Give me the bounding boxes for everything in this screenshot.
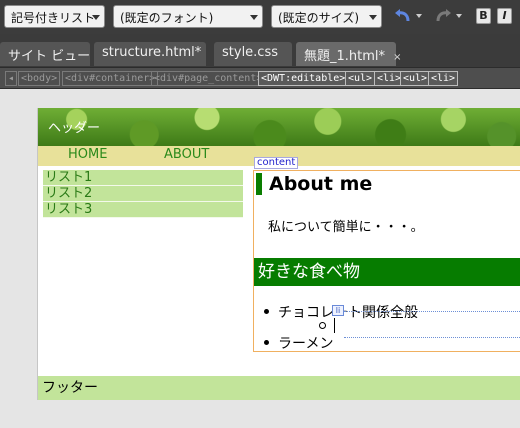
tab-label: structure.html* [102, 45, 202, 60]
sidebar-item-1[interactable]: リスト1 [43, 170, 243, 186]
page-footer[interactable]: フッター [38, 376, 520, 400]
tag-dwt-editable[interactable]: <DWT:editable> [258, 71, 349, 86]
tag-li[interactable]: <li> [428, 71, 459, 86]
list-item[interactable]: ラーメン [263, 333, 333, 351]
undo-icon[interactable] [393, 7, 413, 25]
editable-region-label[interactable]: content [254, 157, 299, 169]
close-tab-icon[interactable]: × [393, 52, 401, 63]
tab-style-css[interactable]: style.css [214, 42, 292, 66]
li-tag-marker[interactable]: li [332, 305, 344, 316]
redo-dropdown-icon[interactable] [456, 14, 462, 18]
selection-outline [344, 337, 520, 338]
design-view[interactable]: ヘッダー HOME ABOUT リスト1 リスト2 リスト3 content A… [0, 89, 520, 428]
tab-label: style.css [222, 45, 278, 60]
chevron-down-icon [369, 15, 377, 20]
tag-ul[interactable]: <ul> [345, 71, 376, 86]
document-tabs: サイト ビュー structure.html* style.css 無題_1.h… [0, 40, 520, 66]
undo-dropdown-icon[interactable] [416, 14, 422, 18]
scroll-left-icon[interactable]: ◂ [5, 71, 18, 86]
bold-button[interactable]: B [476, 8, 491, 24]
format-select-value: 記号付きリスト [11, 11, 96, 25]
font-select-value: (既定のフォント) [120, 11, 214, 25]
content-paragraph[interactable]: 私について簡単に・・・。 [268, 216, 424, 235]
nested-list-bullet-icon [319, 322, 326, 329]
sidebar-list: リスト1 リスト2 リスト3 [43, 170, 243, 218]
content-subheading[interactable]: 好きな食べ物 [254, 258, 520, 286]
sidebar-item-2[interactable]: リスト2 [43, 186, 243, 202]
tag-selector-bar: ◂ <body> <div#container> <div#page_conte… [0, 67, 520, 89]
nav-link-home[interactable]: HOME [68, 147, 107, 162]
selection-outline [344, 311, 520, 312]
nav-link-about[interactable]: ABOUT [164, 147, 209, 162]
page-header[interactable]: ヘッダー [38, 108, 520, 146]
chevron-down-icon [250, 15, 258, 20]
tab-structure-html[interactable]: structure.html* [94, 42, 206, 66]
tab-site-view[interactable]: サイト ビュー [0, 42, 90, 66]
editable-content-region[interactable]: About me 私について簡単に・・・。 好きな食べ物 チョコレート関係全般 … [253, 170, 520, 352]
header-text: ヘッダー [48, 121, 101, 136]
size-select-value: (既定のサイズ) [278, 11, 360, 25]
tag-div-container[interactable]: <div#container> [62, 71, 159, 86]
size-select[interactable]: (既定のサイズ) [271, 5, 382, 28]
list-item[interactable]: チョコレート関係全般 [264, 302, 418, 322]
redo-icon[interactable] [433, 7, 453, 25]
sidebar-item-3[interactable]: リスト3 [43, 202, 243, 218]
format-select[interactable]: 記号付きリスト [4, 5, 105, 28]
property-toolbar: 記号付きリスト (既定のフォント) (既定のサイズ) B I [0, 0, 520, 34]
content-heading[interactable]: About me [256, 173, 372, 195]
chevron-down-icon [92, 15, 100, 20]
tab-label: 無題_1.html* [304, 49, 386, 64]
tag-body[interactable]: <body> [18, 71, 61, 86]
tab-label: サイト ビュー [8, 49, 91, 64]
text-cursor [334, 318, 335, 333]
italic-button[interactable]: I [497, 8, 512, 24]
page-container: ヘッダー HOME ABOUT リスト1 リスト2 リスト3 content A… [37, 108, 520, 400]
tag-div-page-content[interactable]: <div#page_content> [151, 71, 266, 86]
font-select[interactable]: (既定のフォント) [113, 5, 263, 28]
tab-untitled-1[interactable]: 無題_1.html* × [296, 42, 402, 66]
tag-ul[interactable]: <ul> [400, 71, 431, 86]
